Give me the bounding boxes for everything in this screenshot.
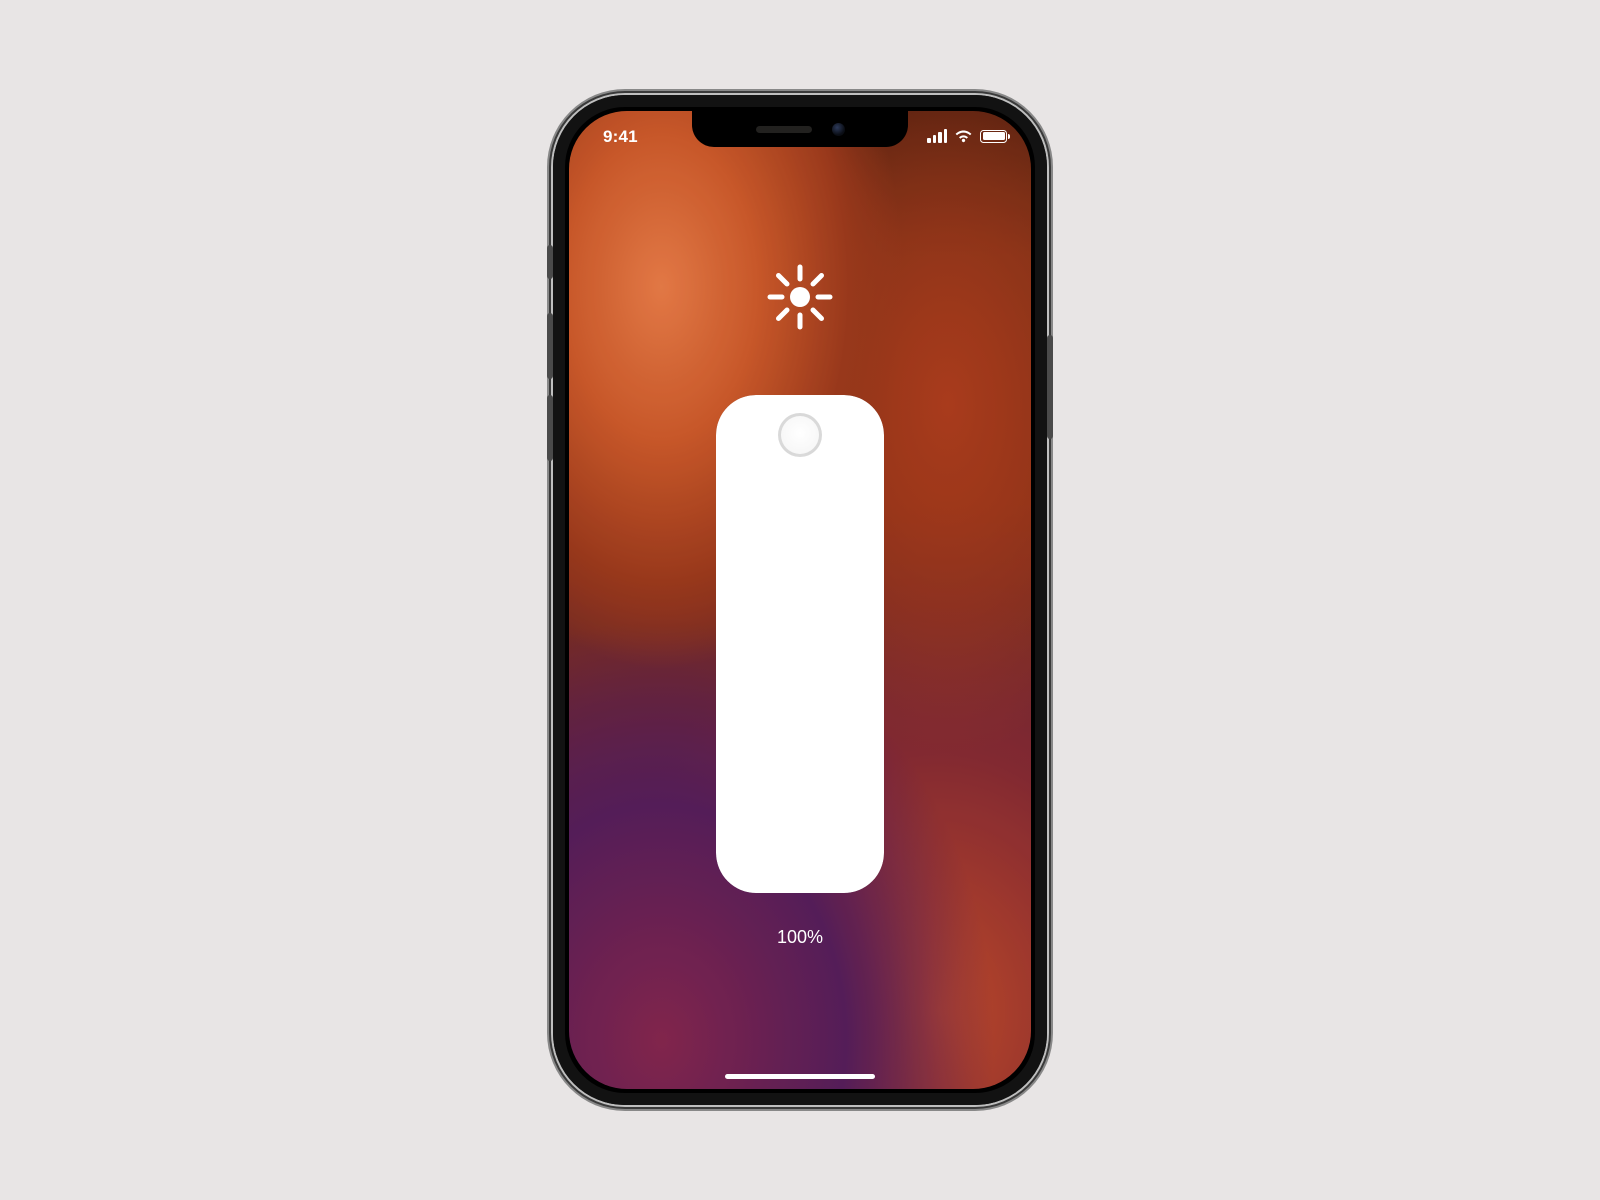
volume-down-button xyxy=(547,395,553,461)
front-camera xyxy=(832,123,845,136)
battery-icon xyxy=(980,130,1007,143)
brightness-slider[interactable] xyxy=(716,395,884,893)
volume-up-button xyxy=(547,313,553,379)
ring-silent-switch xyxy=(547,245,553,279)
brightness-control: 100% xyxy=(569,261,1031,948)
earpiece-speaker xyxy=(756,126,812,133)
home-indicator[interactable] xyxy=(725,1074,875,1079)
brightness-slider-fill xyxy=(716,395,884,893)
status-time: 9:41 xyxy=(603,127,638,147)
signal-icon xyxy=(927,129,947,143)
phone-frame: 9:41 xyxy=(553,95,1047,1105)
notch xyxy=(692,111,908,147)
phone-screen: 9:41 xyxy=(569,111,1031,1089)
brightness-slider-knob[interactable] xyxy=(778,413,822,457)
side-power-button xyxy=(1047,335,1053,439)
brightness-value-label: 100% xyxy=(777,927,823,948)
wifi-icon xyxy=(954,129,973,143)
brightness-icon xyxy=(764,261,836,333)
